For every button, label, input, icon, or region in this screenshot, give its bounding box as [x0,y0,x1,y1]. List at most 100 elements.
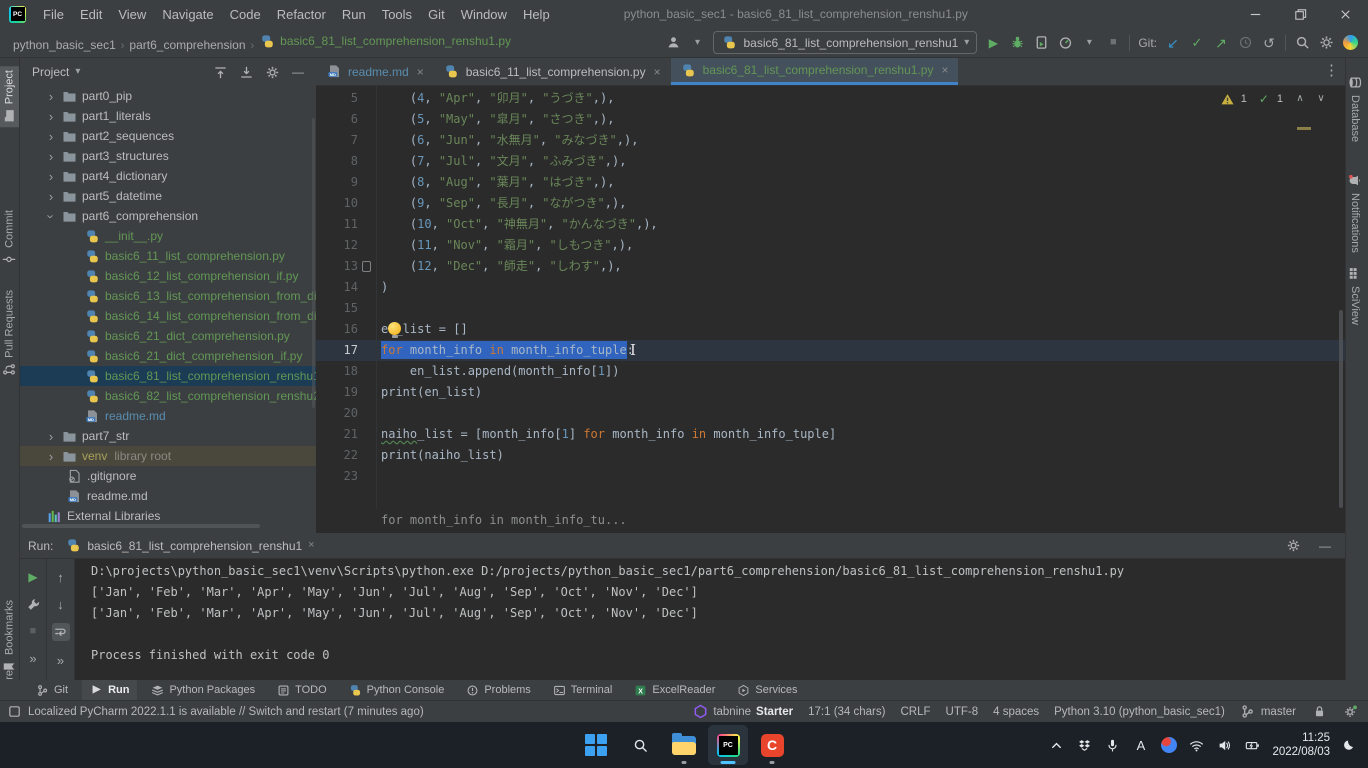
tree-item-basic6-14-list-comprehension-from-dict-if-py[interactable]: basic6_14_list_comprehension_from_dict_i… [20,306,316,326]
collapse-all-icon[interactable] [212,64,228,80]
tool-window-button-terminal[interactable]: Terminal [545,680,621,700]
chevron-up-icon[interactable] [1048,737,1065,754]
tool-button-project[interactable]: Project [0,66,19,127]
more-icon[interactable]: » [25,650,41,666]
tree-item-basic6-21-dict-comprehension-py[interactable]: basic6_21_dict_comprehension.py [20,326,316,346]
tool-window-button-services[interactable]: Services [729,680,805,700]
tree-item-part2-sequences[interactable]: ›part2_sequences [20,126,316,146]
tool-window-button-python-console[interactable]: Python Console [341,680,453,700]
rerun-icon[interactable]: ▶ [25,569,41,585]
taskbar-start-button[interactable] [576,725,616,765]
taskbar-explorer-button[interactable] [664,725,704,765]
minimize-button[interactable] [1233,0,1278,28]
tree-item-external-libraries[interactable]: External Libraries [20,506,316,526]
tool-window-button-todo[interactable]: TODO [269,680,335,700]
status-item-utf-8[interactable]: UTF-8 [946,706,979,718]
editor-tab-basic6-81-list-comprehension-renshu1-py[interactable]: basic6_81_list_comprehension_renshu1.py× [671,58,959,85]
intention-bulb-icon[interactable] [388,322,401,335]
chevron-right-icon[interactable]: › [46,129,56,144]
menu-navigate[interactable]: Navigate [154,7,221,22]
stop-disabled-icon[interactable]: ■ [25,623,41,639]
menu-view[interactable]: View [110,7,154,22]
mic-icon[interactable] [1104,737,1121,754]
tree-item-basic6-21-dict-comprehension-if-py[interactable]: basic6_21_dict_comprehension_if.py [20,346,316,366]
tree-item-basic6-81-list-comprehension-renshu1-py[interactable]: basic6_81_list_comprehension_renshu1.py [20,366,316,386]
profiler-icon[interactable] [1057,35,1073,51]
tree-item-basic6-82-list-comprehension-renshu2-py[interactable]: basic6_82_list_comprehension_renshu2.py [20,386,316,406]
taskbar-search-button[interactable] [620,725,660,765]
run-configuration-select[interactable]: basic6_81_list_comprehension_renshu1▾ [713,31,977,54]
tool-window-button-python-packages[interactable]: Python Packages [143,680,263,700]
restore-button[interactable] [1278,0,1323,28]
history-icon[interactable] [1237,35,1253,51]
status-item-python-3-10-python-basic-sec1[interactable]: Python 3.10 (python_basic_sec1) [1054,706,1225,718]
git-commit-icon[interactable]: ✓ [1189,35,1205,51]
chevron-right-icon[interactable]: › [46,109,56,124]
close-icon[interactable]: × [417,65,424,79]
gear-icon[interactable] [264,64,280,80]
wifi-icon[interactable] [1188,737,1205,754]
status-item-gear-notify[interactable] [1342,704,1358,720]
taskbar-clock[interactable]: 11:252022/08/03 [1272,731,1330,759]
menu-file[interactable]: File [35,7,72,22]
coverage-icon[interactable] [1033,35,1049,51]
status-item-master[interactable]: master [1240,704,1296,720]
menu-window[interactable]: Window [453,7,515,22]
editor-tab-readme-md[interactable]: MDreadme.md× [316,58,434,85]
tree-item-gitignore[interactable]: .gitignore [20,466,316,486]
tree-item-init-py[interactable]: __init__.py [20,226,316,246]
breadcrumb-item-part6-comprehension[interactable]: part6_comprehension [126,38,248,52]
inspection-widget[interactable]: 1✓1∧∨ [1220,91,1329,107]
profile-ball-icon[interactable] [1160,737,1177,754]
person-icon[interactable] [665,35,681,51]
editor-scrollbar[interactable] [1339,310,1343,508]
chevron-right-icon[interactable]: › [46,449,56,464]
chevron-right-icon[interactable]: › [46,169,56,184]
tree-item-basic6-11-list-comprehension-py[interactable]: basic6_11_list_comprehension.py [20,246,316,266]
run-console[interactable]: D:\projects\python_basic_sec1\venv\Scrip… [75,559,1345,680]
project-panel-title[interactable]: Project [32,65,69,79]
menu-code[interactable]: Code [222,7,269,22]
chevron-down-icon[interactable]: › [44,211,59,221]
breadcrumb-item-python-basic-sec1[interactable]: python_basic_sec1 [10,38,119,52]
menu-git[interactable]: Git [420,7,453,22]
tool-button-notifications[interactable]: Notifications [1348,170,1362,257]
run-config-tab[interactable]: basic6_81_list_comprehension_renshu1 × [61,533,318,558]
kebab-menu-icon[interactable]: ⋮ [1324,63,1339,78]
moon-icon[interactable] [1341,737,1358,754]
chevron-right-icon[interactable]: › [46,429,56,444]
status-update-message[interactable]: Localized PyCharm 2022.1.1 is available … [6,704,424,720]
tree-item-part6-comprehension[interactable]: ›part6_comprehension [20,206,316,226]
chev-down-sm-icon[interactable]: ∨ [1313,91,1329,107]
expand-sel-icon[interactable] [238,64,254,80]
stop-icon[interactable]: ■ [1105,35,1121,51]
status-item-tabnine[interactable]: tabnineStarter [692,704,793,720]
status-item-lock[interactable] [1311,704,1327,720]
tool-button-sciview[interactable]: SciView [1348,263,1362,329]
panel-min-icon[interactable]: — [290,64,306,80]
close-button[interactable] [1323,0,1368,28]
tree-item-part1-literals[interactable]: ›part1_literals [20,106,316,126]
speaker-icon[interactable] [1216,737,1233,754]
tool-window-button-problems[interactable]: Problems [458,680,538,700]
tool-window-button-run[interactable]: ▶Run [82,680,137,700]
tree-item-part0-pip[interactable]: ›part0_pip [20,86,316,106]
menu-edit[interactable]: Edit [72,7,110,22]
menu-help[interactable]: Help [515,7,558,22]
taskbar-camtasia-button[interactable]: C [752,725,792,765]
status-item-17-1-34-chars[interactable]: 17:1 (34 chars) [808,706,885,718]
tool-window-button-git[interactable]: Git [28,680,76,700]
tree-item-venv[interactable]: ›venvlibrary root [20,446,316,466]
tool-button-database[interactable]: Database [1348,72,1362,146]
wrench-icon[interactable] [25,596,41,612]
breadcrumb-item-basic6-81-list-comprehension-renshu1-py[interactable]: basic6_81_list_comprehension_renshu1.py [256,33,514,49]
settings-icon[interactable] [1318,35,1334,51]
tree-item-part7-str[interactable]: ›part7_str [20,426,316,446]
tree-item-readme-md[interactable]: MDreadme.md [20,406,316,426]
tree-item-basic6-13-list-comprehension-from-dict-py[interactable]: basic6_13_list_comprehension_from_dict.p… [20,286,316,306]
git-update-icon[interactable]: ↙ [1165,35,1181,51]
down-icon[interactable]: ↓ [53,596,69,612]
search-icon[interactable] [1294,35,1310,51]
tree-item-part5-datetime[interactable]: ›part5_datetime [20,186,316,206]
tree-item-part3-structures[interactable]: ›part3_structures [20,146,316,166]
